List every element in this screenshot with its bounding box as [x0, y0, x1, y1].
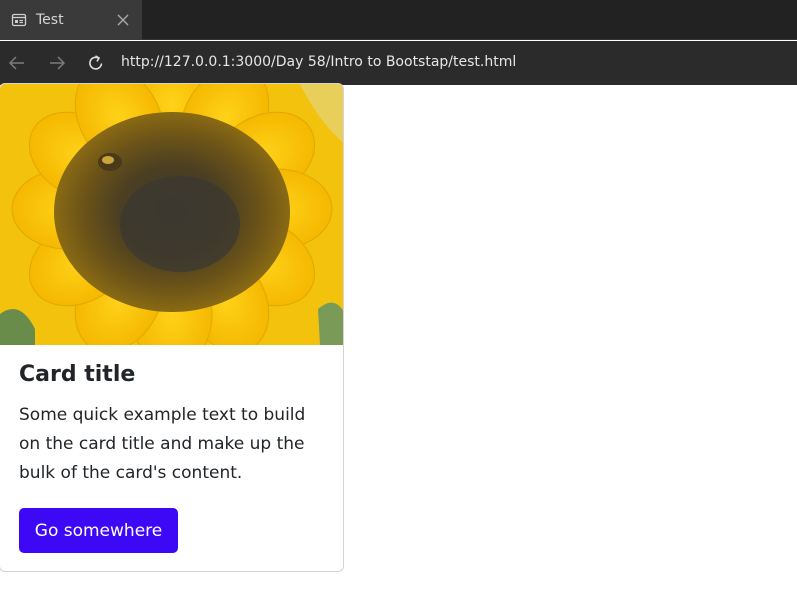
close-icon[interactable]: [116, 13, 130, 27]
card-text: Some quick example text to build on the …: [19, 405, 306, 483]
arrow-left-icon[interactable]: [7, 53, 27, 73]
card-title: Card title: [19, 362, 136, 387]
page-icon: [11, 13, 27, 27]
reload-icon[interactable]: [86, 53, 106, 73]
card: Card title Some quick example text to bu…: [0, 83, 344, 572]
sunflower-image: [0, 84, 343, 345]
navigation-bar: http://127.0.0.1:3000/Day 58/Intro to Bo…: [0, 41, 797, 85]
tab-title: Test: [36, 12, 64, 28]
arrow-right-icon[interactable]: [47, 53, 67, 73]
tab-bar: Test: [0, 0, 797, 40]
page-viewport: Card title Some quick example text to bu…: [0, 83, 797, 590]
browser-tab[interactable]: Test: [0, 0, 142, 40]
go-somewhere-button[interactable]: Go somewhere: [19, 508, 178, 553]
address-bar-url[interactable]: http://127.0.0.1:3000/Day 58/Intro to Bo…: [121, 52, 516, 72]
